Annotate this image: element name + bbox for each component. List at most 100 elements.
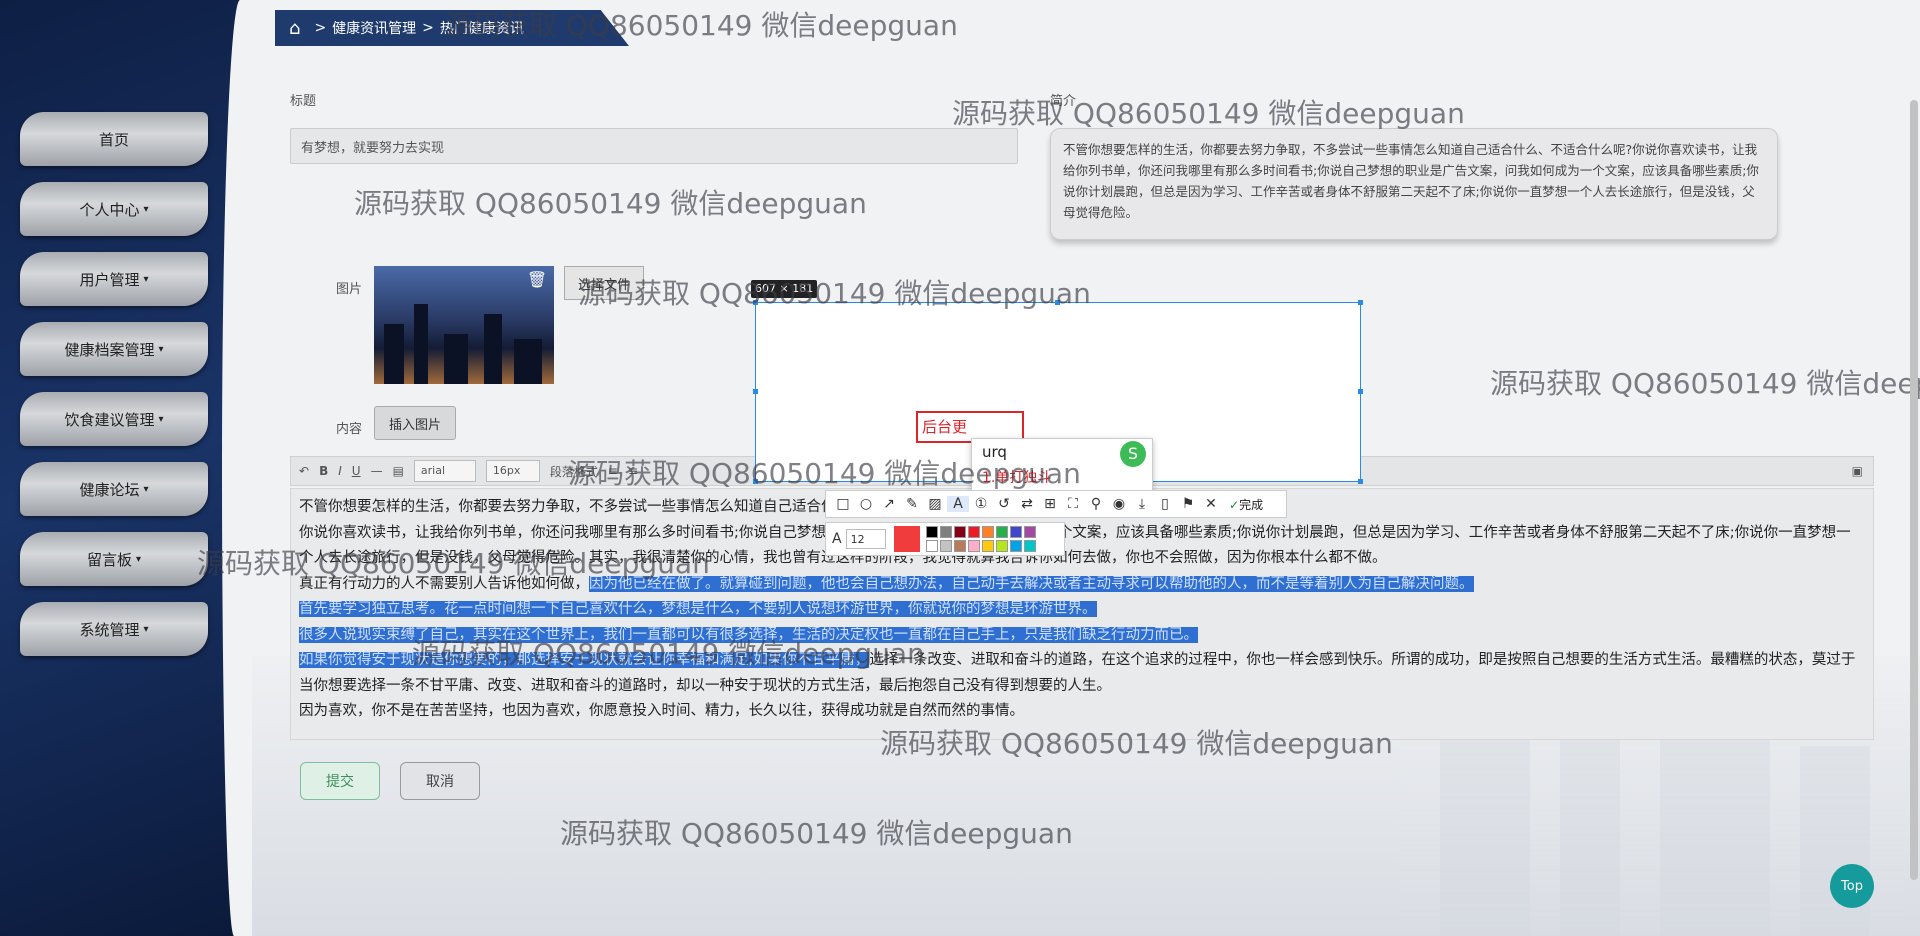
arrow-icon[interactable]: ↗: [878, 496, 900, 512]
color-swatch[interactable]: [1023, 526, 1036, 538]
editor-paragraph: 你说你喜欢读书，让我给你列书单，你还问我哪里有那么多时间看书;你说自己梦想的职业…: [299, 524, 1851, 567]
ellipse-icon[interactable]: ○: [855, 496, 877, 512]
resize-handle[interactable]: [753, 300, 758, 305]
done-button[interactable]: ✓完成: [1229, 496, 1263, 513]
cancel-button[interactable]: 取消: [400, 762, 480, 800]
record-icon[interactable]: ◉: [1108, 496, 1130, 512]
align-center-icon[interactable]: ≡: [628, 464, 638, 478]
color-swatches: [925, 526, 1036, 552]
caret-down-icon: ▾: [158, 343, 164, 355]
ime-popup: urq 1.单打独斗 S: [971, 438, 1153, 492]
undo-icon[interactable]: ↶: [299, 464, 309, 478]
pin-icon[interactable]: ⚲: [1085, 496, 1107, 512]
color-swatch[interactable]: [925, 526, 938, 538]
sidebar-item[interactable]: 用户管理 ▾: [20, 252, 208, 306]
color-swatch[interactable]: [981, 540, 994, 552]
color-swatch[interactable]: [939, 526, 952, 538]
scrollbar[interactable]: [1910, 100, 1918, 880]
sidebar-item[interactable]: 个人中心 ▾: [20, 182, 208, 236]
font-size-select[interactable]: 16px: [485, 460, 540, 482]
sidebar-item[interactable]: 留言板 ▾: [20, 532, 208, 586]
pen-icon[interactable]: ✎: [901, 496, 923, 512]
mosaic-icon[interactable]: ▨: [924, 496, 946, 512]
watermark: 源码获取 QQ86050149 微信deepguan: [354, 187, 867, 220]
breadcrumb-item: 热门健康资讯: [439, 21, 524, 37]
home-icon[interactable]: ⌂: [289, 18, 300, 39]
strike-icon[interactable]: —: [371, 464, 383, 478]
color-swatch[interactable]: [995, 526, 1008, 538]
title-label: 标题: [290, 94, 317, 109]
translate-icon[interactable]: ⇄: [1016, 496, 1038, 512]
breadcrumb-item[interactable]: 健康资讯管理: [332, 18, 416, 38]
ocr-icon[interactable]: ⊞: [1039, 496, 1061, 512]
caret-down-icon: ▾: [143, 203, 149, 215]
bookmark-icon[interactable]: ⚑: [1177, 496, 1199, 512]
resize-handle[interactable]: [753, 389, 758, 394]
intro-label: 简介: [1050, 94, 1077, 109]
color-swatch[interactable]: [981, 526, 994, 538]
caret-down-icon: ▾: [143, 623, 149, 635]
resize-handle[interactable]: [753, 479, 758, 484]
editor-paragraph: 如果你觉得安于现状是你想要的，那选择安于现状就会让你幸福和满足;如果你不甘平庸，…: [299, 652, 1856, 694]
color-swatch[interactable]: [967, 526, 980, 538]
capture-size-label: 607 × 181: [751, 280, 818, 298]
ime-candidate[interactable]: 1.单打独斗: [982, 467, 1051, 487]
capture-palette: A 12: [825, 522, 1065, 556]
back-to-top-button[interactable]: Top: [1830, 864, 1874, 908]
caret-down-icon: ▾: [158, 413, 164, 425]
caret-down-icon: ▾: [143, 273, 149, 285]
watermark: 源码获取 QQ86050149 微信deepguan: [1490, 367, 1920, 400]
title-input[interactable]: 有梦想，就要努力去实现: [290, 128, 1018, 164]
ime-input: urq: [982, 443, 1007, 461]
sidebar-wave: [222, 0, 252, 936]
sidebar-item[interactable]: 健康档案管理 ▾: [20, 322, 208, 376]
resize-handle[interactable]: [1358, 300, 1363, 305]
italic-icon[interactable]: I: [338, 464, 342, 478]
undo-icon[interactable]: ↺: [993, 496, 1015, 512]
caret-down-icon: ▾: [135, 553, 142, 565]
current-color[interactable]: [893, 526, 920, 552]
sogou-icon: S: [1120, 441, 1146, 467]
resize-handle[interactable]: [1358, 479, 1363, 484]
color-swatch[interactable]: [1009, 526, 1022, 538]
capture-toolbar: □ ○ ↗ ✎ ▨ A ① ↺ ⇄ ⊞ ⛶ ⚲ ◉ ⤓ ▯ ⚑ ✕ ✓完成: [825, 490, 1287, 518]
rectangle-icon[interactable]: □: [832, 496, 854, 512]
submit-button[interactable]: 提交: [300, 762, 380, 800]
scan-icon[interactable]: ⛶: [1062, 496, 1084, 512]
number-icon[interactable]: ①: [970, 496, 992, 512]
sidebar-item[interactable]: 饮食建议管理 ▾: [20, 392, 208, 446]
color-swatch[interactable]: [953, 540, 966, 552]
phone-icon[interactable]: ▯: [1154, 496, 1176, 512]
color-swatch[interactable]: [1009, 540, 1022, 552]
clipboard-icon[interactable]: ▤: [393, 464, 404, 478]
choose-file-button[interactable]: 选择文件: [564, 266, 644, 300]
editor-paragraph: 很多人说现实束缚了自己，其实在这个世界上，我们一直都可以有很多选择，生活的决定权…: [299, 626, 1198, 643]
sidebar-item[interactable]: 首页: [20, 112, 208, 166]
color-swatch[interactable]: [995, 540, 1008, 552]
editor-paragraph: 因为喜欢，你不是在苦苦坚持，也因为喜欢，你愿意投入时间、精力，长久以往，获得成功…: [299, 703, 1024, 719]
underline-icon[interactable]: U: [352, 464, 361, 478]
color-swatch[interactable]: [967, 540, 980, 552]
color-swatch[interactable]: [925, 540, 938, 552]
color-swatch[interactable]: [1023, 540, 1036, 552]
color-swatch[interactable]: [953, 526, 966, 538]
editor-content[interactable]: 不管你想要怎样的生活，你都要去努力争取，不多尝试一些事情怎么知道自己适合什么、不…: [290, 488, 1874, 740]
sidebar-item[interactable]: 健康论坛 ▾: [20, 462, 208, 516]
color-swatch[interactable]: [939, 540, 952, 552]
insert-image-button[interactable]: 插入图片: [374, 406, 456, 440]
sidebar-item[interactable]: 系统管理 ▾: [20, 602, 208, 656]
trash-icon[interactable]: 🗑: [525, 270, 549, 294]
text-icon[interactable]: A: [947, 496, 969, 512]
align-left-icon[interactable]: ≡: [608, 464, 618, 478]
font-family-select[interactable]: arial: [413, 460, 476, 482]
resize-handle[interactable]: [1055, 300, 1060, 305]
fullscreen-icon[interactable]: ▣: [1852, 464, 1863, 478]
intro-textarea[interactable]: 不管你想要怎样的生活，你都要去努力争取，不多尝试一些事情怎么知道自己适合什么、不…: [1050, 128, 1778, 240]
resize-handle[interactable]: [1358, 389, 1363, 394]
close-icon[interactable]: ✕: [1200, 496, 1222, 512]
bold-icon[interactable]: B: [319, 464, 328, 478]
editor-paragraph: 真正有行动力的人不需要别人告诉他如何做，因为他已经在做了。就算碰到问题，他也会自…: [299, 575, 1474, 592]
download-icon[interactable]: ⤓: [1131, 496, 1153, 512]
paragraph-select[interactable]: 段落格式: [550, 463, 598, 480]
capture-font-size[interactable]: 12: [845, 529, 886, 549]
